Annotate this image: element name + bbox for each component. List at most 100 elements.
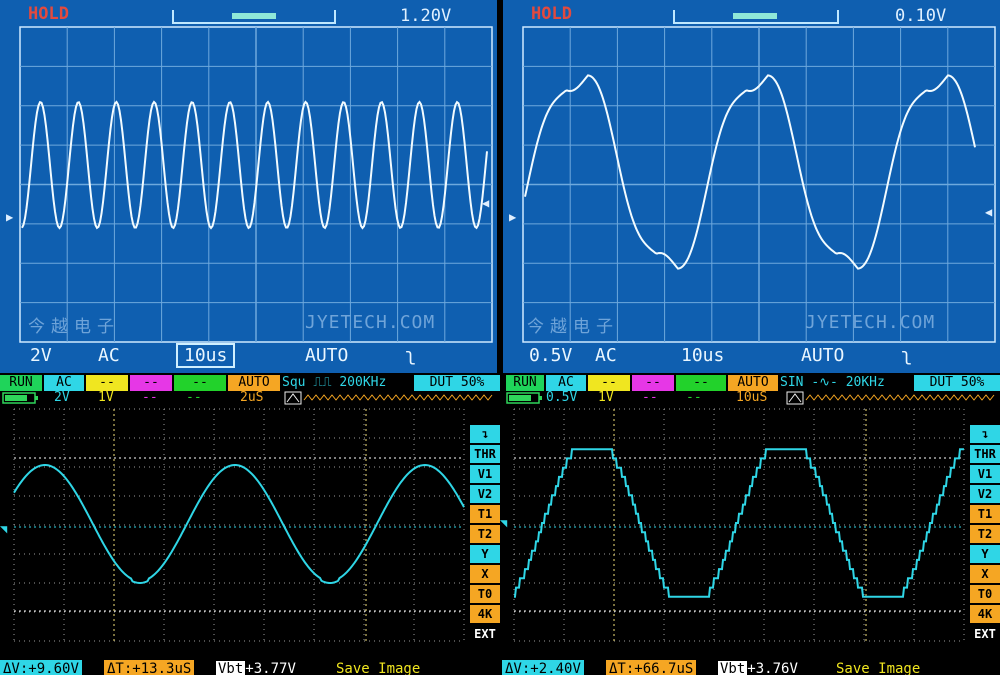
ch2-status[interactable]: -- [86, 375, 128, 391]
side-button-t0[interactable]: T0 [470, 585, 500, 603]
generator-frequency: 200KHz [339, 375, 387, 390]
ch3-status[interactable]: -- [632, 375, 674, 391]
generator-frequency: 20KHz [845, 375, 885, 390]
side-button-t1[interactable]: T1 [470, 505, 500, 523]
side-button-t0[interactable]: T0 [970, 585, 1000, 603]
side-button-4k[interactable]: 4K [970, 605, 1000, 623]
ch1-volts-div[interactable]: 0.5V [546, 391, 577, 405]
ground-marker-icon: ◀ [985, 205, 993, 219]
tft-left-screen: ◥ [0, 408, 465, 642]
watermark: JYETECH.COM [305, 312, 436, 333]
memory-overview [284, 391, 498, 405]
battery-icon [2, 391, 40, 405]
ch4-status[interactable]: -- [676, 375, 726, 391]
side-button-ext[interactable]: EXT [470, 625, 500, 643]
volts-div-readout[interactable]: 0.5V [529, 345, 572, 366]
watermark: JYETECH.COM [805, 312, 936, 333]
chinese-watermark: 今越电子 [527, 317, 619, 337]
trigger-level-marker-icon: ▶ [6, 210, 14, 224]
trigger-edge-icon[interactable]: ↴ [470, 425, 500, 443]
generator-type: SIN [780, 375, 804, 390]
sine-wave-icon: -∿- [811, 375, 838, 390]
voltage-readout: 0.10V [895, 6, 947, 26]
coupling-readout[interactable]: AC [595, 345, 617, 366]
tft-right-trace [514, 448, 964, 598]
ch4-status[interactable]: -- [174, 375, 226, 391]
lcd-right-trace [524, 74, 976, 270]
side-button-thr[interactable]: THR [470, 445, 500, 463]
generator-readout[interactable]: SIN -∿- 20KHz [780, 375, 912, 391]
hold-indicator: HOLD [531, 4, 572, 24]
duty-status[interactable]: DUT 50% [914, 375, 1000, 391]
tft-scope-right: RUN AC -- -- -- AUTO SIN -∿- 20KHz DUT 5… [500, 375, 1000, 675]
falling-edge-icon[interactable]: ʅ [405, 345, 416, 366]
side-button-v1[interactable]: V1 [970, 465, 1000, 483]
trigger-edge-icon[interactable]: ↴ [970, 425, 1000, 443]
chinese-watermark: 今越电子 [28, 317, 120, 337]
ch3-volts-div[interactable]: -- [142, 391, 158, 405]
side-button-x[interactable]: X [470, 565, 500, 583]
side-button-t2[interactable]: T2 [970, 525, 1000, 543]
side-button-t1[interactable]: T1 [970, 505, 1000, 523]
ch2-volts-div[interactable]: 1V [98, 391, 114, 405]
run-status[interactable]: RUN [506, 375, 544, 391]
side-button-t2[interactable]: T2 [470, 525, 500, 543]
tft-right-screen: ◥ [500, 408, 965, 642]
lcd-left-trace [21, 100, 488, 230]
trigger-mode-readout[interactable]: AUTO [305, 345, 348, 366]
volts-div-readout[interactable]: 2V [30, 345, 52, 366]
memory-overview [786, 391, 998, 405]
side-button-ext[interactable]: EXT [970, 625, 1000, 643]
side-button-v2[interactable]: V2 [470, 485, 500, 503]
oscilloscope-comparison: HOLD 1.20V ▶ ◀ 今越电子 JYETECH.COM 2V AC 10… [0, 0, 1000, 675]
ch3-volts-div[interactable]: -- [642, 391, 658, 405]
coupling-readout[interactable]: AC [98, 345, 120, 366]
generator-readout[interactable]: Squ ⎍⎍ 200KHz [282, 375, 412, 391]
trigger-level-marker-icon: ▶ [509, 210, 517, 224]
timebase-readout[interactable]: 2uS [240, 391, 263, 405]
coupling-status[interactable]: AC [546, 375, 586, 391]
ground-marker-icon: ◀ [482, 196, 490, 210]
buffer-position-bar [673, 10, 839, 24]
side-button-thr[interactable]: THR [970, 445, 1000, 463]
ground-marker-icon: ◥ [500, 516, 508, 530]
trigger-mode-status[interactable]: AUTO [228, 375, 280, 391]
trigger-mode-readout[interactable]: AUTO [801, 345, 844, 366]
ch2-status[interactable]: -- [588, 375, 630, 391]
ch1-volts-div[interactable]: 2V [54, 391, 70, 405]
falling-edge-icon[interactable]: ʅ [901, 345, 912, 366]
ch2-volts-div[interactable]: 1V [598, 391, 614, 405]
tft-scope-left: RUN AC -- -- -- AUTO Squ ⎍⎍ 200KHz DUT 5… [0, 375, 500, 675]
side-button-x[interactable]: X [970, 565, 1000, 583]
generator-type: Squ [282, 375, 306, 390]
status-bar: RUN AC -- -- -- AUTO Squ ⎍⎍ 200KHz DUT 5… [0, 375, 500, 391]
ch4-volts-div[interactable]: -- [686, 391, 702, 405]
save-image-button[interactable]: Save Image [836, 660, 920, 675]
coupling-status[interactable]: AC [44, 375, 84, 391]
delta-v-readout: ΔV:+2.40V [502, 660, 584, 675]
battery-voltage-readout: Vbt +3.77V [216, 661, 296, 675]
battery-voltage-readout: Vbt +3.76V [718, 661, 798, 675]
voltage-readout: 1.20V [400, 6, 452, 26]
lcd-scope-right: HOLD 0.10V ▶ ◀ 今越电子 JYETECH.COM 0.5V AC … [503, 0, 1000, 373]
ground-marker-icon: ◥ [0, 522, 8, 536]
side-button-v1[interactable]: V1 [470, 465, 500, 483]
side-button-v2[interactable]: V2 [970, 485, 1000, 503]
timebase-readout[interactable]: 10us [176, 343, 236, 368]
delta-t-readout: ΔT:+13.3uS [104, 660, 195, 675]
delta-v-readout: ΔV:+9.60V [0, 660, 82, 675]
save-image-button[interactable]: Save Image [336, 660, 420, 675]
duty-status[interactable]: DUT 50% [414, 375, 500, 391]
ch4-volts-div[interactable]: -- [186, 391, 202, 405]
timebase-readout[interactable]: 10uS [736, 391, 767, 405]
side-button-4k[interactable]: 4K [470, 605, 500, 623]
side-button-y[interactable]: Y [970, 545, 1000, 563]
trigger-mode-status[interactable]: AUTO [728, 375, 778, 391]
timebase-readout[interactable]: 10us [681, 345, 724, 366]
battery-icon [506, 391, 544, 405]
side-button-y[interactable]: Y [470, 545, 500, 563]
run-status[interactable]: RUN [0, 375, 42, 391]
hold-indicator: HOLD [28, 4, 69, 24]
ch3-status[interactable]: -- [130, 375, 172, 391]
status-bar: RUN AC -- -- -- AUTO SIN -∿- 20KHz DUT 5… [500, 375, 1000, 391]
